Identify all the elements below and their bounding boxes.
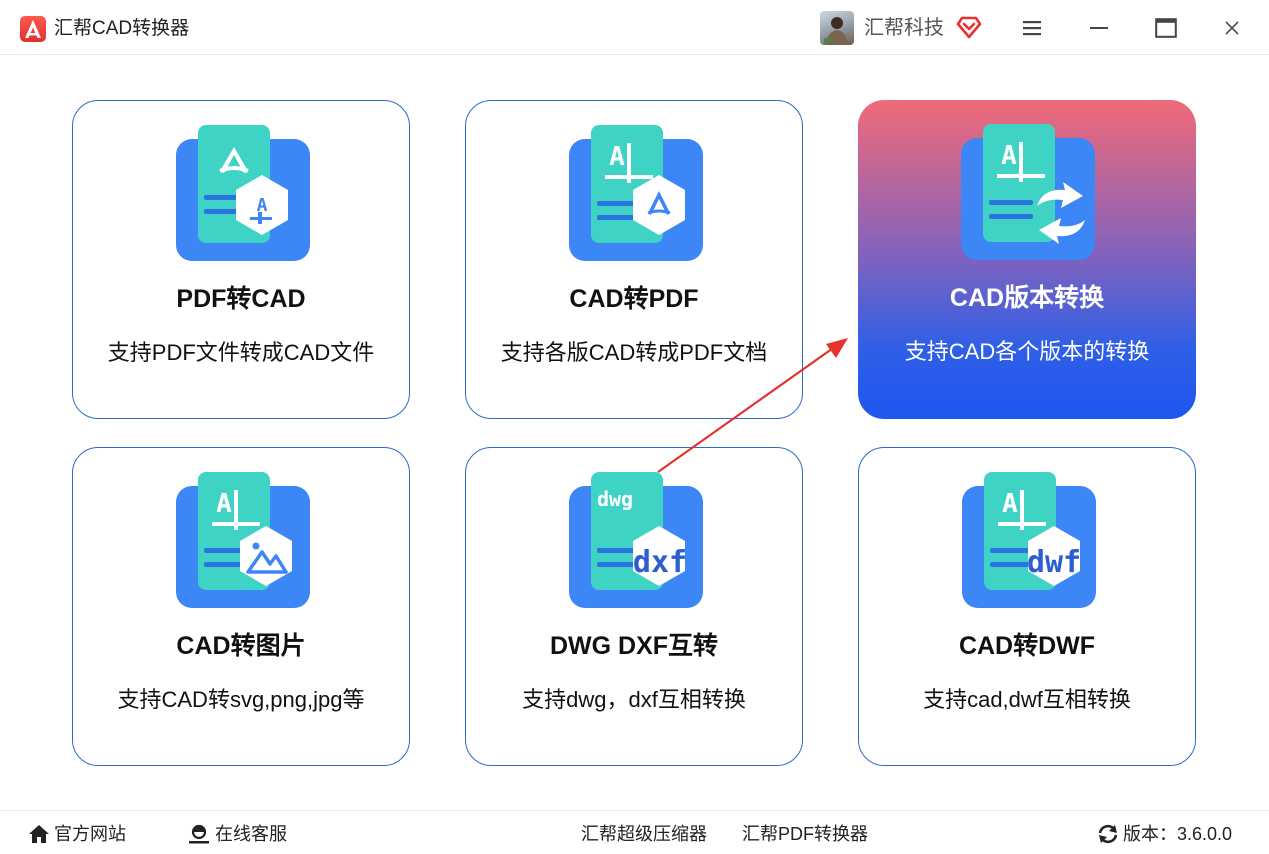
card-cad-to-dwf[interactable]: A dwf CAD转DWF 支持cad,dwf互相转换 — [858, 447, 1196, 766]
card-title: PDF转CAD — [176, 285, 306, 313]
card-title: CAD转图片 — [176, 632, 306, 660]
cad-logo-icon — [20, 16, 46, 42]
svg-text:A: A — [609, 142, 625, 172]
close-button[interactable] — [1215, 12, 1249, 44]
card-description: 支持dwg，dxf互相转换 — [522, 687, 746, 712]
minimize-button[interactable] — [1082, 12, 1116, 44]
svg-text:A: A — [216, 489, 232, 519]
card-title: DWG DXF互转 — [549, 632, 719, 660]
avatar[interactable] — [820, 11, 854, 45]
website-link[interactable]: 官方网站 — [28, 821, 126, 847]
home-icon — [29, 825, 49, 843]
vip-diamond-icon[interactable] — [956, 14, 982, 40]
card-title: CAD转PDF — [569, 285, 699, 313]
menu-button[interactable] — [1015, 12, 1049, 44]
pdf-to-cad-icon: A — [176, 125, 310, 261]
card-cad-version-convert[interactable]: A CAD版本转换 支持CAD各个版本的转换 — [858, 100, 1196, 419]
link-super-compressor-label: 汇帮超级压缩器 — [581, 824, 707, 844]
card-title: CAD转DWF — [958, 632, 1096, 660]
card-description: 支持各版CAD转成PDF文档 — [500, 340, 768, 365]
link-pdf-converter-label: 汇帮PDF转换器 — [742, 824, 868, 844]
support-icon — [189, 824, 209, 844]
card-pdf-to-cad[interactable]: A PDF转CAD 支持PDF文件转成CAD文件 — [72, 100, 410, 419]
online-support-link[interactable]: 在线客服 — [187, 821, 287, 847]
app-title: 汇帮CAD转换器 — [54, 18, 190, 39]
svg-text:A: A — [1002, 489, 1018, 519]
svg-text:dwf: dwf — [1027, 545, 1081, 580]
cad-version-convert-icon: A — [961, 124, 1095, 260]
website-label: 官方网站 — [54, 824, 126, 844]
card-title: CAD版本转换 — [949, 284, 1105, 312]
svg-text:dwg: dwg — [597, 487, 633, 511]
card-dwg-dxf-convert[interactable]: dwg dxf DWG DXF互转 支持dwg，dxf互相转换 — [465, 447, 803, 766]
menu-icon — [1023, 21, 1041, 36]
support-label: 在线客服 — [215, 824, 287, 844]
refresh-icon — [1098, 824, 1118, 844]
card-description: 支持CAD各个版本的转换 — [904, 339, 1150, 364]
title-bar: 汇帮CAD转换器 汇帮科技 — [0, 0, 1269, 55]
footer-bar: 官方网站 在线客服 汇帮超级压缩器 汇帮PDF转换器 版本：3.6.0.0 — [0, 810, 1269, 854]
card-description: 支持cad,dwf互相转换 — [923, 687, 1131, 712]
svg-text:dxf: dxf — [633, 545, 687, 580]
link-pdf-converter[interactable]: 汇帮PDF转换器 — [742, 821, 868, 847]
maximize-icon — [1155, 18, 1177, 38]
close-icon — [1225, 21, 1239, 35]
card-description: 支持CAD转svg,png,jpg等 — [117, 687, 365, 712]
cad-to-image-icon: A — [176, 472, 310, 608]
card-description: 支持PDF文件转成CAD文件 — [107, 340, 375, 365]
cad-to-pdf-icon: A — [569, 125, 703, 261]
version-info[interactable]: 版本：3.6.0.0 — [1097, 821, 1232, 847]
version-label: 版本：3.6.0.0 — [1123, 824, 1233, 844]
svg-text:A: A — [1001, 141, 1017, 171]
card-cad-to-image[interactable]: A CAD转图片 支持CAD转svg,png,jpg等 — [72, 447, 410, 766]
cad-to-dwf-icon: A dwf — [962, 472, 1096, 608]
maximize-button[interactable] — [1149, 12, 1183, 44]
minimize-icon — [1090, 27, 1108, 29]
company-name[interactable]: 汇帮科技 — [864, 15, 944, 41]
dwg-dxf-convert-icon: dwg dxf — [569, 472, 703, 608]
link-super-compressor[interactable]: 汇帮超级压缩器 — [581, 821, 707, 847]
card-cad-to-pdf[interactable]: A CAD转PDF 支持各版CAD转成PDF文档 — [465, 100, 803, 419]
